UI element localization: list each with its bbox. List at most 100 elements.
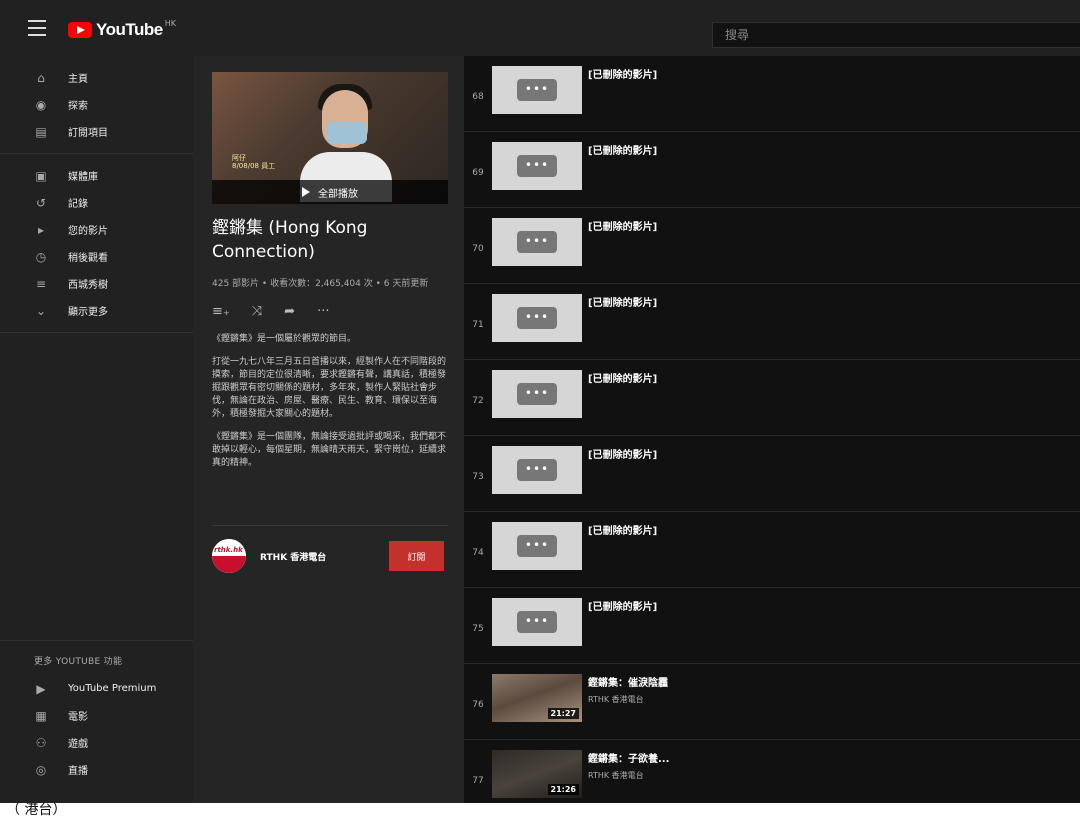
sidebar-item[interactable]: ⌂ 主頁 xyxy=(0,64,193,91)
video-thumbnail[interactable]: 21:27 xyxy=(492,674,582,722)
sidebar-divider xyxy=(0,153,193,154)
sidebar-item[interactable]: ▤ 訂閱項目 xyxy=(0,118,193,145)
video-channel[interactable]: RTHK 香港電台 xyxy=(588,770,644,781)
playlist-video-row[interactable]: 74 ••• [已刪除的影片] xyxy=(464,512,1080,588)
video-index: 77 xyxy=(472,776,484,786)
panel-divider xyxy=(212,525,448,526)
channel-row: rthk.hk RTHK 香港電台 訂閱 xyxy=(212,539,448,573)
thumbnail-caption-line1: 阿仔 xyxy=(232,154,246,162)
playlist-video-row[interactable]: 72 ••• [已刪除的影片] xyxy=(464,360,1080,436)
playlist-video-row[interactable]: 75 ••• [已刪除的影片] xyxy=(464,588,1080,664)
video-thumbnail[interactable]: ••• xyxy=(492,218,582,266)
description-paragraph: 打從一九七八年三月五日首播以來，經製作人在不同階段的摸索，節目的定位很清晰，要求… xyxy=(212,357,447,419)
subscribe-button[interactable]: 訂閱 xyxy=(389,541,444,571)
your-videos-icon: ▸ xyxy=(37,222,45,237)
sidebar-item-label: YouTube Premium xyxy=(68,683,157,694)
playlist-video-list: 68 ••• [已刪除的影片] 69 ••• [已刪除的影片] 70 ••• [已刪除的影片] 7… xyxy=(464,56,1080,803)
more-options-icon[interactable]: ··· xyxy=(317,304,329,319)
sidebar-item-label: 主頁 xyxy=(68,74,88,85)
playlist-video-row[interactable]: 71 ••• [已刪除的影片] xyxy=(464,284,1080,360)
sidebar-item[interactable]: ≡ 西城秀樹 xyxy=(0,270,193,297)
sidebar-item[interactable]: ▦ 電影 xyxy=(0,702,193,729)
history-icon: ↺ xyxy=(35,195,47,210)
deleted-video-icon: ••• xyxy=(517,155,557,177)
video-title[interactable]: 鏗鏘集：催淚陰霾 xyxy=(588,674,668,689)
sidebar-item-label: 遊戲 xyxy=(68,739,88,750)
video-thumbnail[interactable]: ••• xyxy=(492,370,582,418)
video-thumbnail[interactable]: ••• xyxy=(492,446,582,494)
shuffle-icon[interactable]: ⤨ xyxy=(252,304,262,319)
video-thumbnail[interactable]: ••• xyxy=(492,598,582,646)
playlist-video-row[interactable]: 70 ••• [已刪除的影片] xyxy=(464,208,1080,284)
play-all-label: 全部播放 xyxy=(318,188,358,200)
video-title[interactable]: [已刪除的影片] xyxy=(588,294,657,309)
share-icon[interactable]: ➦ xyxy=(284,304,295,319)
top-bar: YouTube HK xyxy=(0,0,1080,56)
search-input[interactable] xyxy=(712,22,1080,48)
logo-text: YouTube xyxy=(96,20,163,39)
sidebar-item-label: 直播 xyxy=(68,766,88,777)
playlist-video-row[interactable]: 73 ••• [已刪除的影片] xyxy=(464,436,1080,512)
playlist-stats: 425 部影片 • 收看次數：2,465,404 次 • 6 天前更新 xyxy=(212,279,429,289)
video-channel[interactable]: RTHK 香港電台 xyxy=(588,694,644,705)
chevron-down-icon: ⌄ xyxy=(35,303,47,318)
sidebar-item[interactable]: ▶ YouTube Premium xyxy=(0,675,193,702)
video-title[interactable]: [已刪除的影片] xyxy=(588,218,657,233)
cropped-caption-text: （ 港台） xyxy=(0,803,1080,817)
video-thumbnail[interactable]: ••• xyxy=(492,66,582,114)
playlist-video-row[interactable]: 77 21:26 鏗鏘集：子欲養... RTHK 香港電台 xyxy=(464,740,1080,803)
play-all-button[interactable]: 全部播放 xyxy=(212,180,448,204)
video-thumbnail[interactable]: 21:26 xyxy=(492,750,582,798)
channel-avatar[interactable]: rthk.hk xyxy=(212,539,246,573)
youtube-logo[interactable]: YouTube HK xyxy=(68,19,176,41)
sidebar-item[interactable]: ◎ 直播 xyxy=(0,756,193,783)
menu-icon[interactable] xyxy=(28,20,54,38)
subscriptions-icon: ▤ xyxy=(35,124,47,139)
thumbnail-caption-line2: 8/08/08 員工 xyxy=(232,162,276,170)
sidebar-item[interactable]: ⌄ 顯示更多 xyxy=(0,297,193,324)
video-title[interactable]: [已刪除的影片] xyxy=(588,66,657,81)
video-thumbnail[interactable]: ••• xyxy=(492,294,582,342)
video-title[interactable]: [已刪除的影片] xyxy=(588,598,657,613)
channel-name[interactable]: RTHK 香港電台 xyxy=(260,550,326,563)
sidebar-item[interactable]: ▸ 您的影片 xyxy=(0,216,193,243)
playlist-panel: 阿仔 8/08/08 員工 全部播放 鏗鏘集 (Hong Kong Connec… xyxy=(193,56,464,803)
deleted-video-icon: ••• xyxy=(517,231,557,253)
sidebar-item[interactable]: ⚇ 遊戲 xyxy=(0,729,193,756)
video-duration: 21:26 xyxy=(547,784,579,795)
sidebar-divider xyxy=(0,332,193,333)
description-paragraph: 《鏗鏘集》是一個屬於觀眾的節目。 xyxy=(212,334,357,344)
premium-icon: ▶ xyxy=(36,681,46,696)
playlist-video-row[interactable]: 68 ••• [已刪除的影片] xyxy=(464,56,1080,132)
deleted-video-icon: ••• xyxy=(517,307,557,329)
avatar-text: rthk.hk xyxy=(214,546,243,554)
youtube-app: YouTube HK ⌂ 主頁 ◉ 探索 ▤ 訂閱項目 ▣ 媒體庫 ↺ 記錄 ▸ 您的影片 ◷ 稍後觀看… xyxy=(0,0,1080,803)
sidebar-item[interactable]: ◷ 稍後觀看 xyxy=(0,243,193,270)
video-thumbnail[interactable]: ••• xyxy=(492,142,582,190)
thumbnail-caption: 阿仔 8/08/08 員工 xyxy=(232,154,275,170)
play-icon xyxy=(302,187,310,197)
thumbnail-mask-shape xyxy=(327,122,367,144)
video-title[interactable]: 鏗鏘集：子欲養... xyxy=(588,750,669,765)
sidebar-item-label: 探索 xyxy=(68,101,88,112)
video-index: 74 xyxy=(472,548,484,558)
live-icon: ◎ xyxy=(35,762,47,777)
video-title[interactable]: [已刪除的影片] xyxy=(588,370,657,385)
add-to-queue-icon[interactable]: ≡₊ xyxy=(212,304,230,319)
playlist-video-row[interactable]: 76 21:27 鏗鏘集：催淚陰霾 RTHK 香港電台 xyxy=(464,664,1080,740)
sidebar-item[interactable]: ◉ 探索 xyxy=(0,91,193,118)
playlist-description: 《鏗鏘集》是一個屬於觀眾的節目。 打從一九七八年三月五日首播以來，經製作人在不同… xyxy=(212,333,448,480)
video-thumbnail[interactable]: ••• xyxy=(492,522,582,570)
sidebar-item[interactable]: ▣ 媒體庫 xyxy=(0,162,193,189)
deleted-video-icon: ••• xyxy=(517,383,557,405)
playlist-video-row[interactable]: 69 ••• [已刪除的影片] xyxy=(464,132,1080,208)
video-title[interactable]: [已刪除的影片] xyxy=(588,446,657,461)
video-title[interactable]: [已刪除的影片] xyxy=(588,142,657,157)
playlist-thumbnail[interactable]: 阿仔 8/08/08 員工 全部播放 xyxy=(212,72,448,204)
video-index: 71 xyxy=(472,320,484,330)
video-title[interactable]: [已刪除的影片] xyxy=(588,522,657,537)
more-features-title: 更多 YOUTUBE 功能 xyxy=(34,657,123,667)
sidebar: ⌂ 主頁 ◉ 探索 ▤ 訂閱項目 ▣ 媒體庫 ↺ 記錄 ▸ 您的影片 ◷ 稍後觀看 ≡ 西城秀樹 ⌄ 顯示更多 … xyxy=(0,56,193,803)
sidebar-item[interactable]: ↺ 記錄 xyxy=(0,189,193,216)
movies-icon: ▦ xyxy=(35,708,47,723)
